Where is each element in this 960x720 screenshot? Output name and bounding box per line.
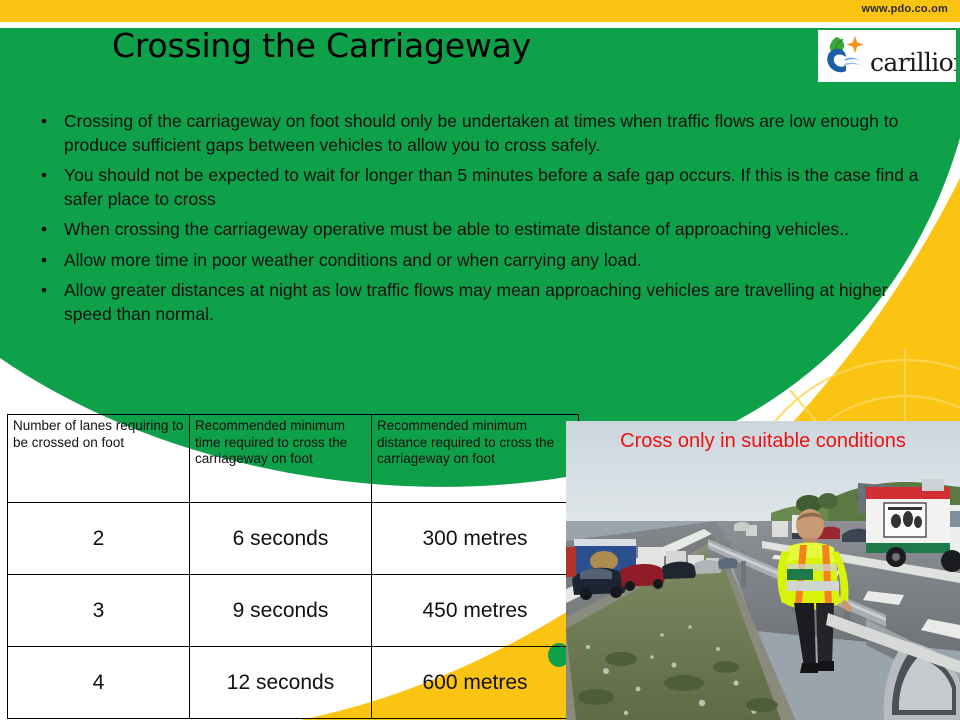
table-row: 4 12 seconds 600 metres (7, 646, 579, 719)
bullet-marker: • (41, 165, 48, 185)
bullet-marker: • (41, 111, 48, 131)
bullet-list: • Crossing of the carriageway on foot sh… (36, 110, 926, 333)
website-url-label: www.pdo.co.om (861, 3, 948, 15)
table-row: 3 9 seconds 450 metres (7, 574, 579, 647)
carillion-logo: carillion (818, 30, 956, 82)
motorway-photo-svg (566, 421, 960, 720)
slide-canvas: www.pdo.co.om Crossing the Carriageway c… (0, 0, 960, 720)
top-white-divider (0, 22, 960, 28)
bullet-text: Crossing of the carriageway on foot shou… (64, 111, 899, 155)
table-header: Number of lanes requiring to be crossed … (7, 414, 579, 503)
list-item: • You should not be expected to wait for… (36, 164, 926, 211)
column-header-lanes: Number of lanes requiring to be crossed … (7, 414, 190, 503)
cell-lanes: 4 (7, 646, 190, 719)
carillion-leaf-star-swoosh-icon (827, 36, 864, 73)
table-header-row: Number of lanes requiring to be crossed … (7, 414, 579, 503)
table-body: 2 6 seconds 300 metres 3 9 seconds 450 m… (7, 502, 579, 719)
list-item: • Allow more time in poor weather condit… (36, 249, 926, 273)
bullet-marker: • (41, 219, 48, 239)
cell-distance: 300 metres (371, 502, 579, 575)
page-title: Crossing the Carriageway (112, 26, 532, 65)
bullet-marker: • (41, 249, 48, 270)
top-yellow-bar (0, 0, 960, 22)
column-header-time: Recommended minimum time required to cro… (189, 414, 372, 503)
bullet-text: Allow greater distances at night as low … (64, 280, 888, 324)
photo-caption: Cross only in suitable conditions (620, 430, 906, 452)
bullet-text: You should not be expected to wait for l… (64, 165, 919, 209)
bullet-text: Allow more time in poor weather conditio… (64, 249, 642, 270)
cell-lanes: 3 (7, 574, 190, 647)
bullet-marker: • (41, 280, 48, 300)
crossing-requirements-table: Number of lanes requiring to be crossed … (7, 414, 579, 719)
cell-time: 9 seconds (189, 574, 372, 647)
list-item: • Allow greater distances at night as lo… (36, 279, 926, 326)
bullet-text: When crossing the carriageway operative … (64, 219, 850, 239)
cell-time: 12 seconds (189, 646, 372, 719)
cell-lanes: 2 (7, 502, 190, 575)
column-header-distance: Recommended minimum distance required to… (371, 414, 579, 503)
motorway-photo (566, 421, 960, 720)
table-row: 2 6 seconds 300 metres (7, 502, 579, 575)
list-item: • When crossing the carriageway operativ… (36, 218, 926, 242)
carillion-wordmark: carillion (870, 48, 956, 77)
cell-distance: 450 metres (371, 574, 579, 647)
cell-time: 6 seconds (189, 502, 372, 575)
list-item: • Crossing of the carriageway on foot sh… (36, 110, 926, 157)
cell-distance: 600 metres (371, 646, 579, 719)
